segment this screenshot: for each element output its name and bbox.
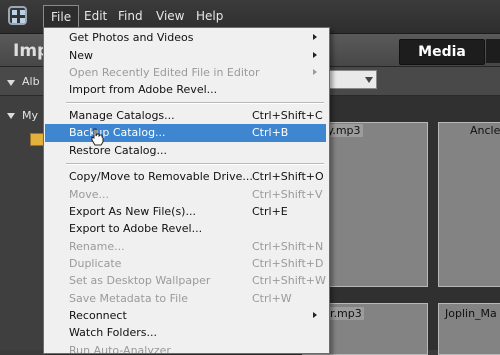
submenu-arrow-icon (313, 34, 317, 40)
menu-item-restore-catalog[interactable]: Restore Catalog... (44, 142, 329, 160)
menu-item-label: Backup Catalog... (69, 126, 166, 139)
menu-item-shortcut: Ctrl+B (252, 126, 289, 139)
menu-find[interactable]: Find (118, 9, 143, 23)
menu-item-label: Duplicate (69, 257, 122, 270)
menu-item-run-auto-analyzer: Run Auto-Analyzer (44, 342, 329, 354)
menu-item-label: Rename... (69, 240, 125, 253)
media-tab[interactable]: Media (399, 39, 485, 65)
menu-item-label: Set as Desktop Wallpaper (69, 274, 211, 287)
menu-item-label: Watch Folders... (69, 326, 157, 339)
menu-item-label: Restore Catalog... (69, 144, 167, 157)
menu-item-shortcut: Ctrl+Shift+W (252, 274, 326, 287)
menu-separator (66, 102, 324, 104)
menu-item-label: Copy/Move to Removable Drive... (69, 170, 253, 183)
menu-item-get-photos-and-videos[interactable]: Get Photos and Videos (44, 29, 329, 47)
menu-edit[interactable]: Edit (84, 9, 107, 23)
media-thumbnail[interactable]: Joplin_Ma (438, 303, 500, 355)
menu-item-export-to-adobe-revel[interactable]: Export to Adobe Revel... (44, 220, 329, 238)
menu-item-export-as-new-files[interactable]: Export As New File(s)... Ctrl+E (44, 203, 329, 221)
thumbnail-name: Joplin_Ma (445, 307, 497, 320)
menu-item-copy-move-removable[interactable]: Copy/Move to Removable Drive... Ctrl+Shi… (44, 168, 329, 186)
menu-item-shortcut: Ctrl+W (252, 292, 292, 305)
hand-cursor-icon (91, 128, 104, 146)
menu-help[interactable]: Help (196, 9, 223, 23)
menu-item-label: Open Recently Edited File in Editor (69, 66, 260, 79)
app-logo-icon[interactable] (8, 6, 27, 25)
menu-item-rename: Rename... Ctrl+Shift+N (44, 238, 329, 256)
submenu-arrow-icon (313, 69, 317, 75)
file-menu-dropdown: Get Photos and Videos New Open Recently … (43, 27, 330, 354)
menu-item-shortcut: Ctrl+Shift+O (252, 170, 324, 183)
collapse-albums-icon[interactable] (7, 80, 15, 86)
menu-item-set-desktop-wallpaper: Set as Desktop Wallpaper Ctrl+Shift+W (44, 272, 329, 290)
menu-view[interactable]: View (156, 9, 184, 23)
menu-item-duplicate: Duplicate Ctrl+Shift+D (44, 255, 329, 273)
menu-item-label: Run Auto-Analyzer (69, 344, 171, 354)
menu-item-label: Manage Catalogs... (69, 109, 175, 122)
menu-item-new[interactable]: New (44, 47, 329, 65)
menu-item-label: Get Photos and Videos (69, 31, 194, 44)
menu-item-label: Save Metadata to File (69, 292, 189, 305)
my-folders-label: My (22, 109, 39, 122)
menu-separator (66, 163, 324, 165)
menu-item-backup-catalog[interactable]: Backup Catalog... Ctrl+B (45, 124, 326, 142)
menu-item-shortcut: Ctrl+Shift+V (252, 188, 323, 201)
menu-item-open-recently-edited: Open Recently Edited File in Editor (44, 64, 329, 82)
chevron-down-icon (365, 77, 373, 83)
submenu-arrow-icon (313, 52, 317, 58)
collapse-my-folders-icon[interactable] (7, 113, 15, 119)
menu-item-label: Move... (69, 188, 109, 201)
menu-item-import-from-adobe-revel[interactable]: Import from Adobe Revel... (44, 81, 329, 99)
media-thumbnail[interactable]: Ancler (438, 122, 500, 287)
menu-item-label: Reconnect (69, 309, 127, 322)
menu-item-watch-folders[interactable]: Watch Folders... (44, 324, 329, 342)
menu-item-move: Move... Ctrl+Shift+V (44, 186, 329, 204)
menu-item-label: New (69, 49, 93, 62)
menu-item-label: Export As New File(s)... (69, 205, 196, 218)
menu-item-label: Import from Adobe Revel... (69, 83, 218, 96)
thumbnail-name: Ancler (470, 124, 500, 137)
menu-item-shortcut: Ctrl+Shift+C (252, 109, 323, 122)
menu-item-shortcut: Ctrl+Shift+N (252, 240, 324, 253)
menu-item-label: Export to Adobe Revel... (69, 222, 203, 235)
menu-item-save-metadata: Save Metadata to File Ctrl+W (44, 290, 329, 308)
menu-item-reconnect[interactable]: Reconnect (44, 307, 329, 325)
menu-item-shortcut: Ctrl+E (252, 205, 288, 218)
menu-item-manage-catalogs[interactable]: Manage Catalogs... Ctrl+Shift+C (44, 107, 329, 125)
next-tab[interactable] (486, 39, 500, 63)
menu-item-shortcut: Ctrl+Shift+D (252, 257, 324, 270)
submenu-arrow-icon (313, 312, 317, 318)
menu-file[interactable]: File (43, 5, 80, 29)
albums-label: Alb (22, 75, 40, 88)
